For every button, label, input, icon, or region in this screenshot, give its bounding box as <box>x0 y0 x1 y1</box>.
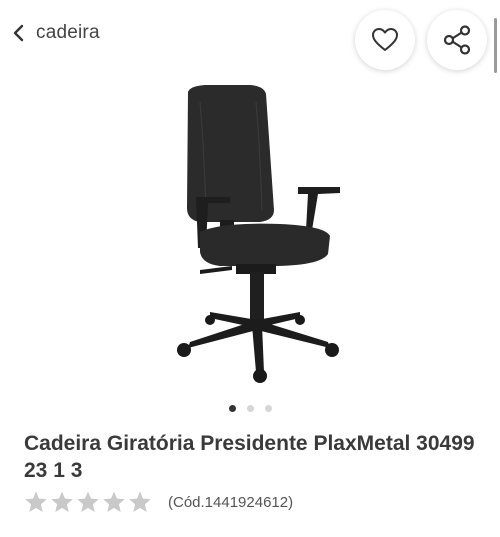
star-icon <box>51 491 73 512</box>
star-icon <box>77 491 99 512</box>
carousel-dot-3[interactable] <box>264 405 272 412</box>
heart-icon <box>372 28 398 51</box>
product-title: Cadeira Giratória Presidente PlaxMetal 3… <box>24 432 475 482</box>
star-icon <box>103 491 125 512</box>
carousel-dot-2[interactable] <box>246 405 254 412</box>
product-image[interactable] <box>160 80 360 385</box>
chevron-left-icon <box>13 24 24 42</box>
rating-stars[interactable] <box>24 490 152 514</box>
share-icon <box>443 25 471 55</box>
product-code: (Cód.1441924612) <box>168 493 294 511</box>
carousel-dots <box>0 405 500 412</box>
back-button[interactable]: cadeira <box>12 22 100 44</box>
star-icon <box>129 491 151 512</box>
rating-row: (Cód.1441924612) <box>24 490 293 514</box>
favorite-button[interactable] <box>355 10 415 70</box>
product-page: cadeira Cadeira Giratória Presidente Pla… <box>0 0 500 537</box>
share-button[interactable] <box>427 10 487 70</box>
scrollbar[interactable] <box>494 18 497 73</box>
carousel-dot-1[interactable] <box>228 405 236 412</box>
star-icon <box>25 491 47 512</box>
breadcrumb-label: cadeira <box>36 22 100 43</box>
